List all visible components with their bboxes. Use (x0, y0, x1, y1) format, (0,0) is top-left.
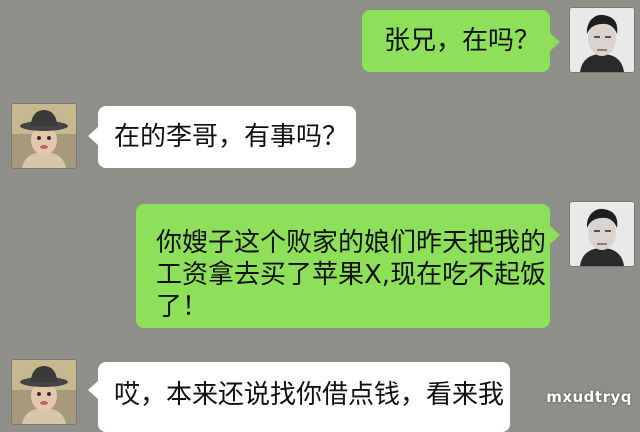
message-bubble-outgoing[interactable]: 张兄，在吗？ (362, 10, 550, 72)
watermark: mxudtryq (546, 388, 632, 406)
man-avatar[interactable] (570, 202, 634, 266)
child-hat-avatar[interactable] (12, 360, 76, 424)
bubble-tail (550, 226, 560, 244)
bubble-tail (88, 127, 98, 145)
man-avatar[interactable] (570, 8, 634, 72)
child-hat-icon (12, 104, 76, 168)
message-bubble-outgoing[interactable]: 你嫂子这个败家的娘们昨天把我的 工资拿去买了苹果X,现在吃不起饭 了！ (136, 204, 550, 328)
message-bubble-incoming[interactable]: 哎，本来还说找你借点钱，看来我 (98, 362, 510, 432)
message-line-1: 你嫂子这个败家的娘们昨天把我的 (156, 228, 547, 258)
message-text: 哎，本来还说找你借点钱，看来我 (114, 380, 505, 410)
message-text: 在的李哥，有事吗？ (114, 122, 349, 152)
man-face-icon (570, 202, 634, 266)
message-text: 张兄，在吗？ (384, 26, 541, 56)
message-bubble-incoming[interactable]: 在的李哥，有事吗？ (98, 106, 356, 168)
message-line-2: 工资拿去买了苹果X,现在吃不起饭 (156, 260, 547, 290)
bubble-tail (88, 381, 98, 399)
child-hat-icon (12, 360, 76, 424)
man-face-icon (570, 8, 634, 72)
message-line-3: 了！ (156, 292, 209, 322)
child-hat-avatar[interactable] (12, 104, 76, 168)
bubble-tail (550, 33, 560, 51)
